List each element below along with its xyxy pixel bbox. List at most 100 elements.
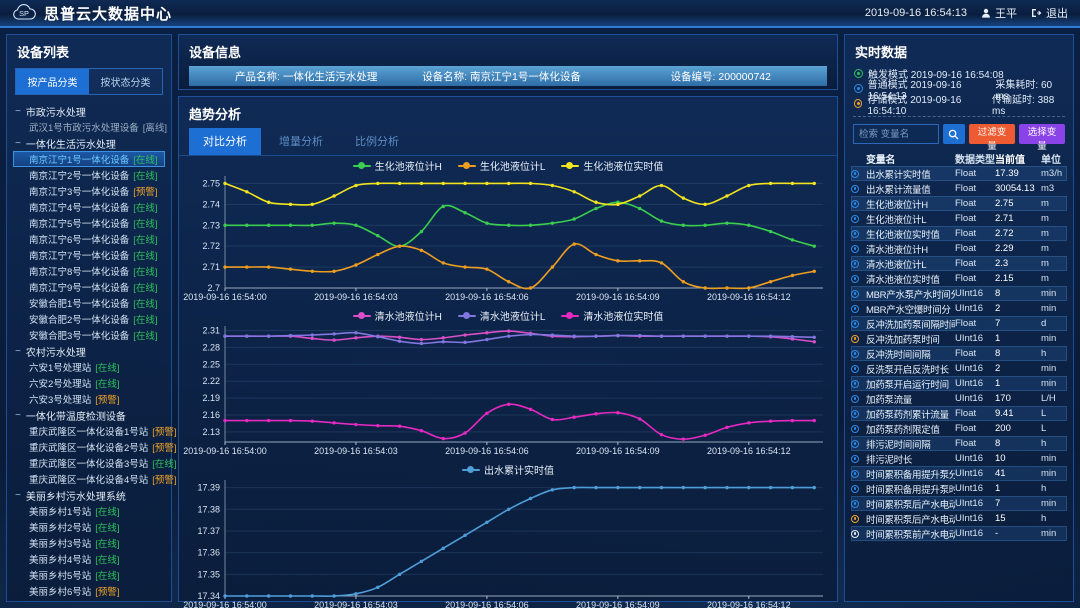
device-item[interactable]: 南京江宁3号一体化设备[预警] bbox=[13, 183, 165, 199]
device-item[interactable]: 南京江宁8号一体化设备[在线] bbox=[13, 263, 165, 279]
variable-row[interactable]: MBR产水泵产水时间分UInt168min bbox=[851, 286, 1067, 301]
user-menu[interactable]: 王平 bbox=[981, 5, 1017, 21]
svg-text:2.71: 2.71 bbox=[202, 262, 220, 272]
device-item[interactable]: 美丽乡村2号站[在线] bbox=[13, 519, 165, 535]
tab-compare-analysis[interactable]: 对比分析 bbox=[189, 128, 261, 155]
variable-row[interactable]: 出水累计实时值Float17.39m3/h bbox=[851, 166, 1067, 181]
device-item[interactable]: 安徽合肥3号一体化设备[在线] bbox=[13, 327, 165, 343]
device-item[interactable]: 南京江宁2号一体化设备[在线] bbox=[13, 167, 165, 183]
device-group[interactable]: −一体化带温度检测设备 bbox=[13, 407, 165, 423]
device-status-badge: [预警] bbox=[152, 424, 176, 438]
device-status-badge: [在线] bbox=[133, 152, 157, 166]
device-item[interactable]: 南京江宁4号一体化设备[在线] bbox=[13, 199, 165, 215]
variable-row[interactable]: 清水池液位实时值Float2.15m bbox=[851, 271, 1067, 286]
device-item[interactable]: 美丽乡村4号站[在线] bbox=[13, 551, 165, 567]
device-item[interactable]: 安徽合肥1号一体化设备[在线] bbox=[13, 295, 165, 311]
svg-text:2.25: 2.25 bbox=[202, 359, 220, 369]
variable-icon bbox=[851, 395, 859, 403]
variable-row[interactable]: 时间累积泵后产水电动阀时UInt1615h bbox=[851, 511, 1067, 526]
device-item[interactable]: 安徽合肥2号一体化设备[在线] bbox=[13, 311, 165, 327]
tab-ratio-analysis[interactable]: 比例分析 bbox=[341, 128, 413, 155]
device-group[interactable]: −美丽乡村污水处理系统 bbox=[13, 487, 165, 503]
svg-text:2019-09-16 16:54:09: 2019-09-16 16:54:09 bbox=[576, 600, 660, 608]
legend-item[interactable]: 清水池液位计H bbox=[353, 308, 442, 323]
variable-row[interactable]: 出水累计流量值Float30054.13m3 bbox=[851, 181, 1067, 196]
device-item[interactable]: 重庆武隆区一体化设备3号站[在线] bbox=[13, 455, 165, 471]
device-item[interactable]: 武汉1号市政污水处理设备[离线] bbox=[13, 119, 165, 135]
device-item[interactable]: 南京江宁7号一体化设备[在线] bbox=[13, 247, 165, 263]
legend-item[interactable]: 出水累计实时值 bbox=[462, 462, 554, 477]
variable-row[interactable]: 反冲洗时间间隔Float8h bbox=[851, 346, 1067, 361]
device-item[interactable]: 六安1号处理站[在线] bbox=[13, 359, 165, 375]
svg-text:2019-09-16 16:54:06: 2019-09-16 16:54:06 bbox=[445, 446, 529, 456]
variable-row[interactable]: 时间累积备用提升泵时UInt161h bbox=[851, 481, 1067, 496]
variable-row[interactable]: 排污泥时间间隔Float8h bbox=[851, 436, 1067, 451]
tab-increment-analysis[interactable]: 增量分析 bbox=[265, 128, 337, 155]
device-item[interactable]: 南京江宁1号一体化设备[在线] bbox=[13, 151, 165, 167]
variable-row[interactable]: MBR产水空爆时间分UInt162min bbox=[851, 301, 1067, 316]
variable-icon bbox=[851, 365, 859, 373]
variable-row[interactable]: 加药泵流量UInt16170L/H bbox=[851, 391, 1067, 406]
filter-variables-button[interactable]: 过滤变量 bbox=[969, 124, 1015, 144]
legend-item[interactable]: 生化池液位实时值 bbox=[561, 158, 663, 173]
variable-row[interactable]: 时间累积备用提升泵分UInt1641min bbox=[851, 466, 1067, 481]
legend-item[interactable]: 清水池液位实时值 bbox=[561, 308, 663, 323]
device-list-panel: 设备列表 按产品分类 按状态分类 −市政污水处理武汉1号市政污水处理设备[离线]… bbox=[6, 34, 172, 602]
variable-row[interactable]: 时间累积泵后产水电动阀分UInt167min bbox=[851, 496, 1067, 511]
variable-row[interactable]: 加药泵开启运行时间UInt161min bbox=[851, 376, 1067, 391]
variable-row[interactable]: 排污泥时长UInt1610min bbox=[851, 451, 1067, 466]
legend-item[interactable]: 生化池液位计H bbox=[353, 158, 442, 173]
variable-row[interactable]: 时间累积泵前产水电动阀分UInt16-min bbox=[851, 526, 1067, 541]
tab-by-status[interactable]: 按状态分类 bbox=[89, 69, 162, 94]
variable-table-header: 变量名 数据类型 当前值 单位 bbox=[851, 150, 1067, 166]
device-status-badge: [在线] bbox=[133, 296, 157, 310]
device-item[interactable]: 美丽乡村3号站[在线] bbox=[13, 535, 165, 551]
variable-row[interactable]: 加药泵药剂累计流量Float9.41L bbox=[851, 406, 1067, 421]
variable-icon bbox=[851, 290, 859, 298]
svg-text:2.31: 2.31 bbox=[202, 326, 220, 336]
variable-row[interactable]: 生化池液位计LFloat2.71m bbox=[851, 211, 1067, 226]
logout-button[interactable]: 退出 bbox=[1031, 5, 1068, 21]
chart-legend: 出水累计实时值 bbox=[183, 462, 833, 477]
device-item[interactable]: 南京江宁9号一体化设备[在线] bbox=[13, 279, 165, 295]
variable-row[interactable]: 清水池液位计LFloat2.3m bbox=[851, 256, 1067, 271]
realtime-data-panel: 实时数据 触发模式 2019-09-16 16:54:08普通模式 2019-0… bbox=[844, 34, 1074, 602]
variable-row[interactable]: 反冲洗加药泵间隔时间Float7d bbox=[851, 316, 1067, 331]
variable-icon bbox=[851, 455, 859, 463]
device-item[interactable]: 南京江宁6号一体化设备[在线] bbox=[13, 231, 165, 247]
variable-row[interactable]: 反冲洗加药泵时间UInt161min bbox=[851, 331, 1067, 346]
device-item[interactable]: 重庆武隆区一体化设备4号站[预警] bbox=[13, 471, 165, 487]
device-item[interactable]: 美丽乡村5号站[在线] bbox=[13, 567, 165, 583]
legend-item[interactable]: 清水池液位计L bbox=[458, 308, 546, 323]
variable-icon bbox=[851, 200, 859, 208]
mode-status-row: 存储模式 2019-09-16 16:54:10传输延时: 388 ms bbox=[854, 96, 1064, 111]
search-button[interactable] bbox=[943, 124, 965, 144]
device-group[interactable]: −农村污水处理 bbox=[13, 343, 165, 359]
device-item[interactable]: 南京江宁5号一体化设备[在线] bbox=[13, 215, 165, 231]
mode-status-list: 触发模式 2019-09-16 16:54:08普通模式 2019-09-16 … bbox=[845, 66, 1073, 111]
select-variables-button[interactable]: 选择变量 bbox=[1019, 124, 1065, 144]
legend-item[interactable]: 生化池液位计L bbox=[458, 158, 546, 173]
device-item[interactable]: 重庆武隆区一体化设备2号站[预警] bbox=[13, 439, 165, 455]
tab-by-product[interactable]: 按产品分类 bbox=[16, 69, 89, 94]
variable-search-input[interactable] bbox=[853, 124, 939, 144]
variable-icon bbox=[851, 320, 859, 328]
search-icon bbox=[948, 129, 959, 140]
device-group[interactable]: −市政污水处理 bbox=[13, 103, 165, 119]
variable-icon bbox=[851, 245, 859, 253]
variable-row[interactable]: 生化池液位实时值Float2.72m bbox=[851, 226, 1067, 241]
device-item[interactable]: 美丽乡村1号站[在线] bbox=[13, 503, 165, 519]
device-item[interactable]: 六安3号处理站[预警] bbox=[13, 391, 165, 407]
device-list-title: 设备列表 bbox=[7, 35, 171, 66]
device-status-badge: [在线] bbox=[133, 216, 157, 230]
variable-row[interactable]: 生化池液位计HFloat2.75m bbox=[851, 196, 1067, 211]
variable-row[interactable]: 加药泵药剂限定值Float200L bbox=[851, 421, 1067, 436]
device-item[interactable]: 重庆武隆区一体化设备1号站[预警] bbox=[13, 423, 165, 439]
variable-row[interactable]: 清水池液位计HFloat2.29m bbox=[851, 241, 1067, 256]
variable-icon bbox=[851, 170, 859, 178]
device-group[interactable]: −一体化生活污水处理 bbox=[13, 135, 165, 151]
device-item[interactable]: 美丽乡村6号站[预警] bbox=[13, 583, 165, 599]
device-item[interactable]: 六安2号处理站[在线] bbox=[13, 375, 165, 391]
trend-tabs: 对比分析 增量分析 比例分析 bbox=[179, 128, 837, 156]
variable-row[interactable]: 反洗泵开启反洗时长UInt162min bbox=[851, 361, 1067, 376]
